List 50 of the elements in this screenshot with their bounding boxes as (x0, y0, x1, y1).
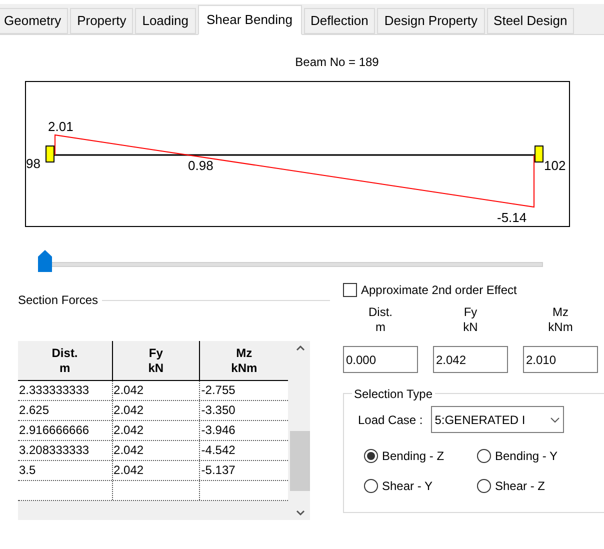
load-case-dropdown[interactable]: 5:GENERATED I (430, 406, 564, 433)
readout-label: Mz kNm (548, 305, 573, 335)
table-cell: 2.625 (18, 401, 113, 420)
radio-label: Shear - Z (495, 478, 546, 495)
readout-label: Fy kN (463, 305, 478, 335)
readout-field[interactable]: 0.000 (343, 346, 418, 373)
table-cell: 2.333333333 (18, 381, 113, 400)
scroll-down-icon[interactable] (296, 510, 304, 516)
group-title: Section Forces (18, 292, 98, 309)
column-header: Mz kNm (230, 344, 258, 376)
tab[interactable]: Steel Design (486, 8, 574, 34)
radio-button[interactable] (364, 479, 378, 493)
table-cell-text: -5.137 (200, 462, 236, 479)
table-cell-text: -4.542 (200, 442, 236, 459)
table-cell: 2.042 (112, 381, 200, 400)
tab[interactable]: Deflection (304, 8, 376, 34)
column-header: Fy kN (112, 341, 200, 380)
table-cell-text: -2.755 (200, 382, 236, 399)
load-case-label: Load Case : (358, 412, 423, 428)
radio-button[interactable] (477, 449, 491, 463)
radio-button[interactable] (364, 449, 378, 463)
readout-field[interactable]: 2.010 (523, 346, 598, 373)
slider-thumb[interactable] (38, 250, 52, 272)
tab[interactable]: Property (70, 8, 134, 34)
tab[interactable]: Design Property (377, 8, 485, 34)
table-cell: 3.5 (18, 461, 113, 480)
chevron-down-icon (550, 416, 560, 422)
radio-label: Shear - Y (382, 478, 432, 495)
readout-label: Dist. m (368, 305, 392, 335)
radio-label: Bending - Z (382, 448, 444, 465)
table-cell: 2.042 (112, 421, 200, 440)
table-cell: 2.042 (112, 461, 200, 480)
tab[interactable]: Loading (135, 8, 196, 34)
tab[interactable]: Shear Bending (198, 5, 302, 35)
radio-button[interactable] (477, 479, 491, 493)
table-cell: 2.916666666 (18, 421, 113, 440)
shear-diagram-drawing: 2.01 98 0.98 102 -5.14 (26, 82, 569, 226)
table-cell: 2.042 (112, 441, 200, 460)
table-cell-text: -3.946 (200, 422, 236, 439)
beam-title: Beam No = 189 (295, 54, 379, 71)
table-cell-text: -3.350 (200, 402, 236, 419)
checkbox-label: Approximate 2nd order Effect (361, 282, 517, 299)
table-cell: 2.042 (112, 401, 200, 420)
column-header: Dist. m (18, 341, 113, 380)
checkbox[interactable] (343, 283, 357, 297)
tab[interactable]: Geometry (0, 8, 68, 34)
table-cell: 3.208333333 (18, 441, 113, 460)
radio-label: Bending - Y (495, 448, 558, 465)
scroll-up-icon[interactable] (296, 345, 304, 351)
readout-field[interactable]: 2.042 (433, 346, 508, 373)
